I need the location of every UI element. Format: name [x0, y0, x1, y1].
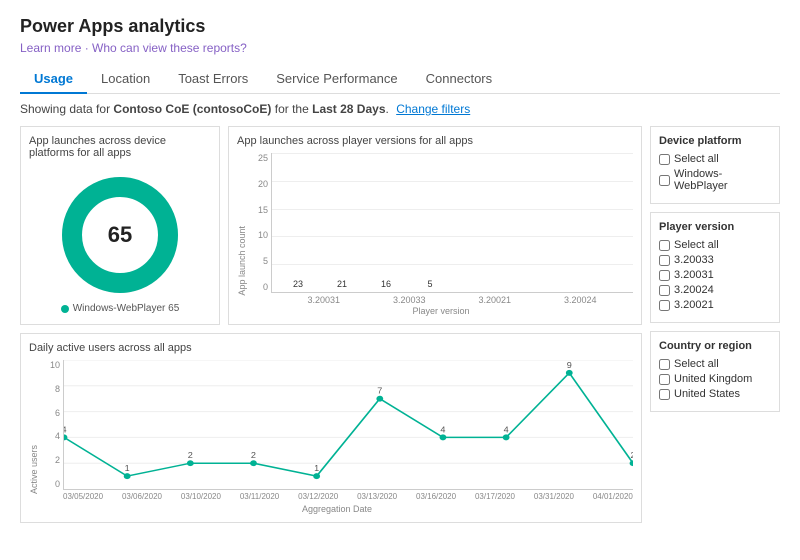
- bar-x-axis-label: Player version: [249, 306, 633, 316]
- line-y-axis-label: Active users: [29, 445, 39, 494]
- device-platform-section: Device platform Select all Windows-WebPl…: [650, 126, 780, 204]
- svg-text:4: 4: [64, 425, 67, 434]
- player-version-title: Player version: [659, 221, 771, 233]
- line-y-ticks: 10 8 6 4 2 0: [41, 360, 63, 490]
- svg-text:1: 1: [314, 464, 319, 473]
- tab-usage[interactable]: Usage: [20, 65, 87, 94]
- country-uk-label: United Kingdom: [674, 373, 752, 385]
- line-x-axis-label: Aggregation Date: [41, 504, 633, 514]
- player-3-20033-label: 3.20033: [674, 254, 714, 266]
- player-select-all[interactable]: Select all: [659, 239, 771, 251]
- nav-tabs: Usage Location Toast Errors Service Perf…: [20, 65, 780, 94]
- device-select-all-checkbox[interactable]: [659, 154, 670, 165]
- player-3-20021-label: 3.20021: [674, 299, 714, 311]
- country-select-all-label: Select all: [674, 358, 719, 370]
- learn-more-link[interactable]: Learn more: [20, 41, 81, 55]
- player-3-20033-checkbox[interactable]: [659, 255, 670, 266]
- tab-connectors[interactable]: Connectors: [412, 65, 506, 94]
- main-area: App launches across device platforms for…: [20, 126, 780, 523]
- donut-chart: 65: [60, 175, 180, 295]
- who-can-view-link[interactable]: · Who can view these reports?: [85, 41, 247, 55]
- device-select-all[interactable]: Select all: [659, 153, 771, 165]
- player-3-20024-checkbox[interactable]: [659, 285, 670, 296]
- country-us-label: United States: [674, 388, 740, 400]
- line-chart-box: Daily active users across all apps Activ…: [20, 333, 642, 523]
- sidebar: Device platform Select all Windows-WebPl…: [650, 126, 780, 523]
- donut-center-value: 65: [108, 222, 132, 248]
- bars-container: 23 21 16: [271, 153, 633, 293]
- charts-area: App launches across device platforms for…: [20, 126, 642, 523]
- bar-value-3: 5: [427, 279, 432, 289]
- tab-location[interactable]: Location: [87, 65, 164, 94]
- country-us-checkbox[interactable]: [659, 389, 670, 400]
- device-windows-webplayer-checkbox[interactable]: [659, 175, 670, 186]
- donut-chart-box: App launches across device platforms for…: [20, 126, 220, 325]
- svg-text:2: 2: [188, 451, 193, 460]
- country-region-title: Country or region: [659, 340, 771, 352]
- svg-text:4: 4: [440, 425, 445, 434]
- device-platform-title: Device platform: [659, 135, 771, 147]
- svg-text:2: 2: [630, 451, 633, 460]
- line-chart-inner: 10 8 6 4 2 0: [41, 360, 633, 490]
- bar-group-1: 21: [326, 279, 358, 292]
- player-select-all-checkbox[interactable]: [659, 240, 670, 251]
- line-chart-outer: Active users 10 8 6 4 2 0: [29, 360, 633, 514]
- line-chart-title: Daily active users across all apps: [29, 342, 633, 354]
- player-select-all-label: Select all: [674, 239, 719, 251]
- player-version-section: Player version Select all 3.20033 3.2003…: [650, 212, 780, 323]
- country-uk-checkbox[interactable]: [659, 374, 670, 385]
- bar-group-2: 16: [370, 279, 402, 292]
- player-3-20031[interactable]: 3.20031: [659, 269, 771, 281]
- svg-text:2: 2: [251, 451, 256, 460]
- bar-value-1: 21: [337, 279, 347, 289]
- line-svg-wrapper: 4 1 2 2 1 7 4 4 9 2: [63, 360, 633, 490]
- device-select-all-label: Select all: [674, 153, 719, 165]
- line-x-labels: 03/05/2020 03/06/2020 03/10/2020 03/11/2…: [41, 490, 633, 503]
- top-charts: App launches across device platforms for…: [20, 126, 642, 325]
- player-3-20031-checkbox[interactable]: [659, 270, 670, 281]
- bar-value-2: 16: [381, 279, 391, 289]
- tab-service-performance[interactable]: Service Performance: [262, 65, 411, 94]
- tab-toast-errors[interactable]: Toast Errors: [164, 65, 262, 94]
- player-3-20024-label: 3.20024: [674, 284, 714, 296]
- bar-group-0: 23: [282, 279, 314, 292]
- line-chart-svg: 4 1 2 2 1 7 4 4 9 2: [64, 360, 633, 489]
- svg-text:1: 1: [125, 464, 130, 473]
- device-windows-webplayer[interactable]: Windows-WebPlayer: [659, 168, 771, 192]
- change-filters-link[interactable]: Change filters: [396, 102, 470, 116]
- device-windows-webplayer-label: Windows-WebPlayer: [674, 168, 771, 192]
- page-title: Power Apps analytics: [20, 16, 780, 37]
- country-us[interactable]: United States: [659, 388, 771, 400]
- bar-x-labels: 3.20031 3.20033 3.20021 3.20024: [249, 295, 633, 305]
- bar-chart-inner: 25 20 15 10 5 0: [249, 153, 633, 293]
- player-3-20031-label: 3.20031: [674, 269, 714, 281]
- donut-legend: Windows-WebPlayer 65: [61, 303, 180, 314]
- svg-text:9: 9: [567, 361, 572, 370]
- player-3-20033[interactable]: 3.20033: [659, 254, 771, 266]
- player-3-20021[interactable]: 3.20021: [659, 299, 771, 311]
- bar-chart-outer: App launch count 25 20 15 10 5: [237, 153, 633, 316]
- country-select-all-checkbox[interactable]: [659, 359, 670, 370]
- bar-y-axis-label: App launch count: [237, 226, 247, 296]
- bar-group-3: 5: [414, 279, 446, 292]
- country-select-all[interactable]: Select all: [659, 358, 771, 370]
- player-3-20021-checkbox[interactable]: [659, 300, 670, 311]
- filter-bar: Showing data for Contoso CoE (contosoCoE…: [20, 102, 780, 116]
- learn-more-bar: Learn more · Who can view these reports?: [20, 41, 780, 55]
- bar-chart-box: App launches across player versions for …: [228, 126, 642, 325]
- player-3-20024[interactable]: 3.20024: [659, 284, 771, 296]
- bar-y-ticks: 25 20 15 10 5 0: [249, 153, 271, 293]
- donut-chart-title: App launches across device platforms for…: [29, 135, 211, 159]
- legend-dot: [61, 305, 69, 313]
- svg-text:4: 4: [504, 425, 509, 434]
- country-region-section: Country or region Select all United King…: [650, 331, 780, 412]
- svg-text:7: 7: [377, 386, 382, 395]
- donut-legend-label: Windows-WebPlayer 65: [73, 303, 180, 314]
- country-uk[interactable]: United Kingdom: [659, 373, 771, 385]
- bar-chart-title: App launches across player versions for …: [237, 135, 633, 147]
- bar-value-0: 23: [293, 279, 303, 289]
